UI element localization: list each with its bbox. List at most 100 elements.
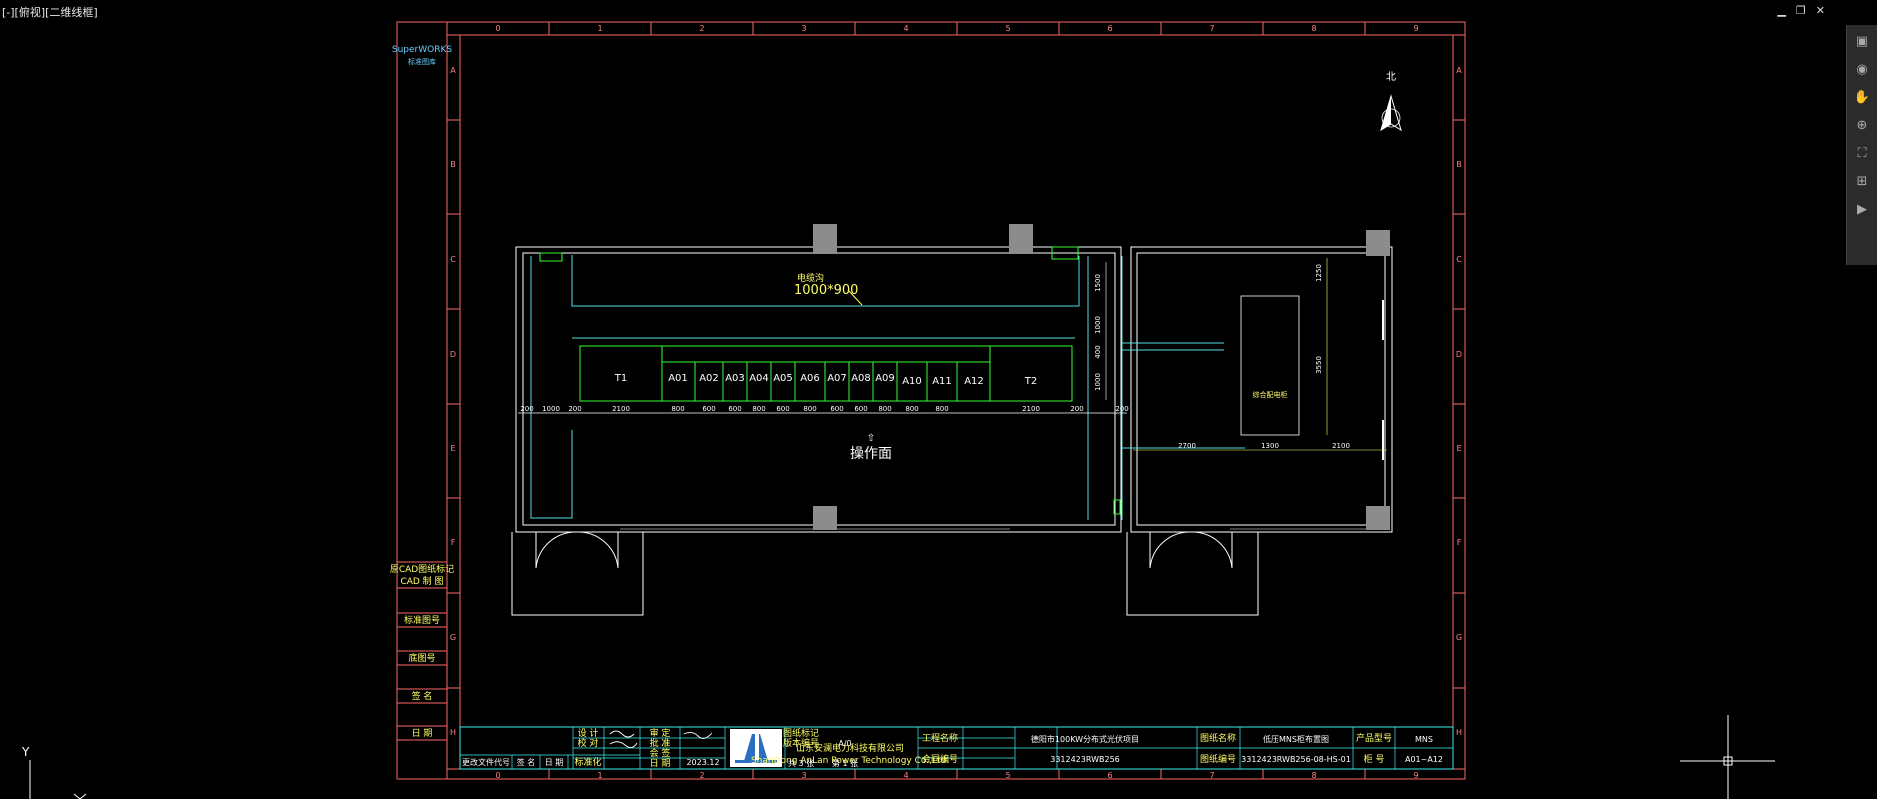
building-plan[interactable] (511, 246, 1393, 616)
cabinet-row[interactable] (579, 345, 1073, 402)
row-label: D (450, 350, 456, 359)
dimension-value: 1250 (1315, 264, 1323, 282)
title-block-label: 工程名称 (922, 732, 958, 744)
dimension-value: 3550 (1315, 356, 1323, 374)
cabinet-label: A04 (749, 373, 769, 384)
dimension-value: 800 (752, 405, 765, 413)
left-strip: SuperWORKS 标准图库 原CAD图纸标记 CAD 制 图 标准图号 底图… (390, 45, 454, 741)
dimension-value: 1000 (1094, 373, 1102, 391)
cabinet-row-frame (579, 345, 1073, 402)
title-block-label: 会 签 (650, 747, 671, 759)
title-block-label: 签 名 (517, 757, 536, 767)
north-label: 北 (1386, 71, 1396, 83)
row-label: H (450, 728, 456, 737)
title-block-role: 校 对 (578, 737, 599, 749)
right-room-cabinet[interactable] (1240, 295, 1300, 436)
cabinet-label: A11 (932, 376, 952, 387)
row-label: C (1456, 255, 1462, 264)
row-label: B (450, 160, 456, 169)
right-door-leaves (1149, 532, 1233, 568)
cabinet-label: T2 (1024, 376, 1037, 387)
dimension-value: 800 (905, 405, 918, 413)
left-strip-cell-label: 原CAD图纸标记 (390, 563, 454, 575)
dimension-value: 1300 (1261, 442, 1279, 450)
dimension-value: 2100 (1332, 442, 1350, 450)
right-room-wall-outer (1130, 246, 1393, 533)
column-label: 5 (1005, 771, 1010, 780)
title-block-label: 日 期 (545, 758, 564, 767)
dimension-value: 400 (1094, 345, 1102, 358)
right-door-frame (1126, 532, 1259, 616)
left-strip-cell-label: CAD 制 图 (400, 575, 443, 587)
column-label: 6 (1107, 24, 1112, 33)
title-block-label: 图纸编号 (1200, 753, 1236, 765)
column-label: 4 (903, 24, 908, 33)
column-label: 7 (1209, 771, 1214, 780)
cabinet-code-range: A01~A12 (1405, 755, 1443, 764)
row-label: C (450, 255, 456, 264)
title-block-label: 版本编号 (783, 737, 819, 749)
column-label: 6 (1107, 771, 1112, 780)
dimension-value: 2100 (1022, 405, 1040, 413)
row-label: D (1456, 350, 1462, 359)
left-strip-cell-label: 底图号 (408, 652, 435, 664)
cabinet-label: T1 (614, 373, 627, 384)
dimension-value: 800 (671, 405, 684, 413)
row-label: A (1456, 66, 1462, 75)
dimension-value: 600 (854, 405, 867, 413)
column-label: 7 (1209, 24, 1214, 33)
dimension-value: 2700 (1178, 442, 1196, 450)
north-arrow[interactable]: 北 (1380, 71, 1402, 132)
dimension-value: 600 (702, 405, 715, 413)
row-label: F (451, 538, 456, 547)
dimension-value: 200 (1115, 405, 1128, 413)
arrow-up-icon: ⇧ (867, 433, 875, 444)
drawing-canvas[interactable]: 0 1 2 3 4 5 6 7 8 9 0 1 2 3 4 5 6 7 8 9 … (0, 0, 1877, 799)
left-strip-cell-label: 标准图号 (404, 614, 440, 626)
right-bottom-window-lines (1230, 524, 1380, 530)
column-label: 0 (495, 24, 500, 33)
row-label: F (1457, 538, 1462, 547)
title-block-role: 设 计 (578, 727, 599, 739)
row-label: E (1456, 444, 1461, 453)
title-block-label: 合同编号 (922, 753, 958, 765)
column-label: 9 (1413, 24, 1418, 33)
dimension-value: 600 (830, 405, 843, 413)
cabinet-label: A12 (964, 376, 984, 387)
vertical-dimension-labels: 1500 1000 400 1000 (1094, 274, 1102, 391)
row-labels-left: A B C D E F G H (450, 66, 456, 737)
column-ticks-bottom (548, 769, 1366, 779)
column-label: 3 (801, 24, 806, 33)
title-block-label: 更改文件代号 (462, 757, 510, 767)
cabinet-label: A02 (699, 373, 719, 384)
crosshair-cursor (1680, 715, 1775, 799)
contract-number: 3312423RWB256 (1050, 755, 1120, 764)
title-block-label: 日 期 (650, 758, 671, 769)
left-door-swings (535, 531, 619, 569)
title-block-label: 柜 号 (1364, 753, 1385, 765)
row-labels-right: A B C D E F G H (1456, 66, 1462, 737)
drawing-name: 低压MNS柜布置图 (1263, 734, 1329, 744)
project-name: 德阳市100KW分布式光伏项目 (1031, 734, 1139, 744)
title-block-role: 批 准 (650, 737, 671, 749)
column-label: 4 (903, 771, 908, 780)
dimension-value: 200 (568, 405, 581, 413)
ucs-y-label: Y (21, 745, 30, 759)
dimension-value: 1000 (1094, 316, 1102, 334)
product-model: MNS (1415, 735, 1433, 744)
title-block-label: 标准化 (574, 756, 601, 768)
dimension-value: 1000 (542, 405, 560, 413)
column-label: 1 (597, 771, 602, 780)
sheet-count: 共 3 张 (788, 759, 814, 768)
version-value: A/0 (838, 739, 851, 748)
sheet-inner-frame (459, 34, 1454, 770)
sheet-number: 第 1 张 (832, 758, 858, 768)
dimension-value: 200 (520, 405, 533, 413)
cabinet-label: A07 (827, 373, 847, 384)
row-label: A (450, 66, 456, 75)
left-door-leaves (535, 532, 619, 568)
left-strip-cell-label: 日 期 (412, 728, 433, 739)
title-block-label: 产品型号 (1356, 732, 1392, 744)
dimension-value: 800 (935, 405, 948, 413)
right-room-label: 综合配电柜 (1253, 390, 1288, 399)
